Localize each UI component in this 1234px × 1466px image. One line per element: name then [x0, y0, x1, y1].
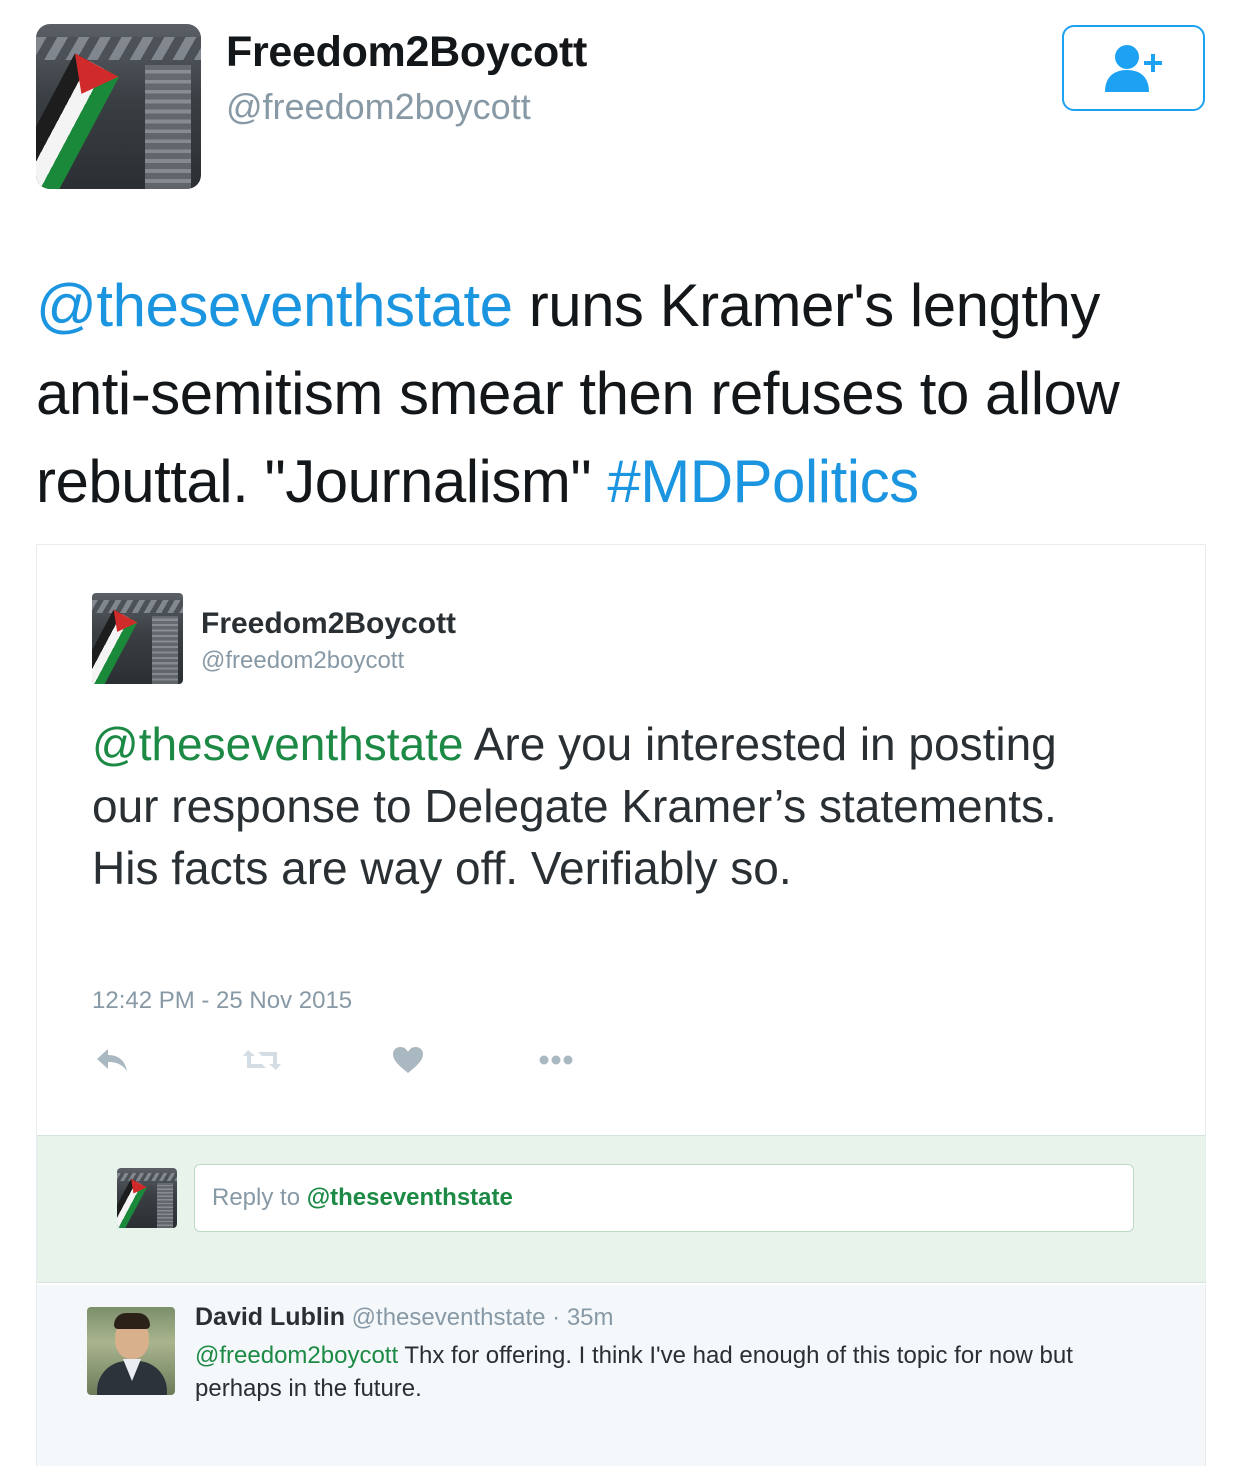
reply-button[interactable]	[92, 1042, 132, 1078]
avatar-hair	[114, 1313, 150, 1329]
avatar-building	[144, 65, 192, 189]
reply-bar: Reply to @theseventhstate	[37, 1135, 1205, 1283]
add-user-icon	[1104, 45, 1162, 92]
embedded-tweet-card: Freedom2Boycott @freedom2boycott @thesev…	[36, 544, 1206, 1466]
tweet-text: @theseventhstate runs Kramer's lengthy a…	[36, 262, 1216, 526]
reply-mention-link[interactable]: @freedom2boycott	[195, 1342, 398, 1369]
reply-input-mention: @theseventhstate	[306, 1184, 513, 1211]
reply-input-prefix: Reply to	[212, 1184, 307, 1211]
reply-author-header: David Lublin @theseventhstate · 35m	[195, 1303, 614, 1332]
reply-icon	[97, 1049, 127, 1071]
avatar-flag	[36, 53, 119, 189]
avatar-building	[156, 1183, 174, 1228]
follow-button[interactable]	[1062, 25, 1205, 111]
mention-link[interactable]: @theseventhstate	[36, 272, 513, 339]
like-icon	[393, 1047, 423, 1073]
profile-avatar[interactable]	[36, 24, 201, 189]
reply-age[interactable]: 35m	[567, 1304, 614, 1331]
embedded-timestamp[interactable]: 12:42 PM - 25 Nov 2015	[92, 987, 352, 1015]
reply-author-handle[interactable]: @theseventhstate	[352, 1304, 546, 1331]
embedded-avatar[interactable]	[92, 593, 183, 684]
embedded-mention-link[interactable]: @theseventhstate	[92, 718, 463, 770]
avatar-flag	[117, 1178, 148, 1228]
hashtag-link[interactable]: #MDPolitics	[607, 448, 919, 515]
reply-author-avatar[interactable]	[87, 1307, 175, 1395]
reply-separator: ·	[545, 1304, 567, 1331]
display-name[interactable]: Freedom2Boycott	[226, 28, 587, 77]
reply-input[interactable]: Reply to @theseventhstate	[194, 1164, 1134, 1232]
more-button[interactable]	[536, 1042, 576, 1078]
more-icon	[539, 1055, 573, 1065]
embedded-tweet-text: @theseventhstate Are you interested in p…	[92, 713, 1132, 899]
embedded-handle[interactable]: @freedom2boycott	[201, 647, 404, 675]
reply-author-name[interactable]: David Lublin	[195, 1303, 345, 1331]
avatar-flag	[92, 609, 138, 684]
reply-tweet: David Lublin @theseventhstate · 35m @fre…	[37, 1285, 1205, 1466]
retweet-icon	[243, 1050, 281, 1070]
avatar-building	[152, 615, 178, 684]
embedded-display-name[interactable]: Freedom2Boycott	[201, 607, 456, 641]
reply-text: @freedom2boycott Thx for offering. I thi…	[195, 1339, 1145, 1405]
avatar-bridge-girder	[117, 1172, 177, 1182]
like-button[interactable]	[388, 1042, 428, 1078]
retweet-button[interactable]	[242, 1042, 282, 1078]
embedded-action-bar	[92, 1042, 592, 1078]
user-handle[interactable]: @freedom2boycott	[226, 86, 531, 128]
avatar-bridge-girder	[92, 600, 183, 613]
reply-avatar	[117, 1168, 177, 1228]
avatar-bridge-girder	[36, 37, 201, 61]
